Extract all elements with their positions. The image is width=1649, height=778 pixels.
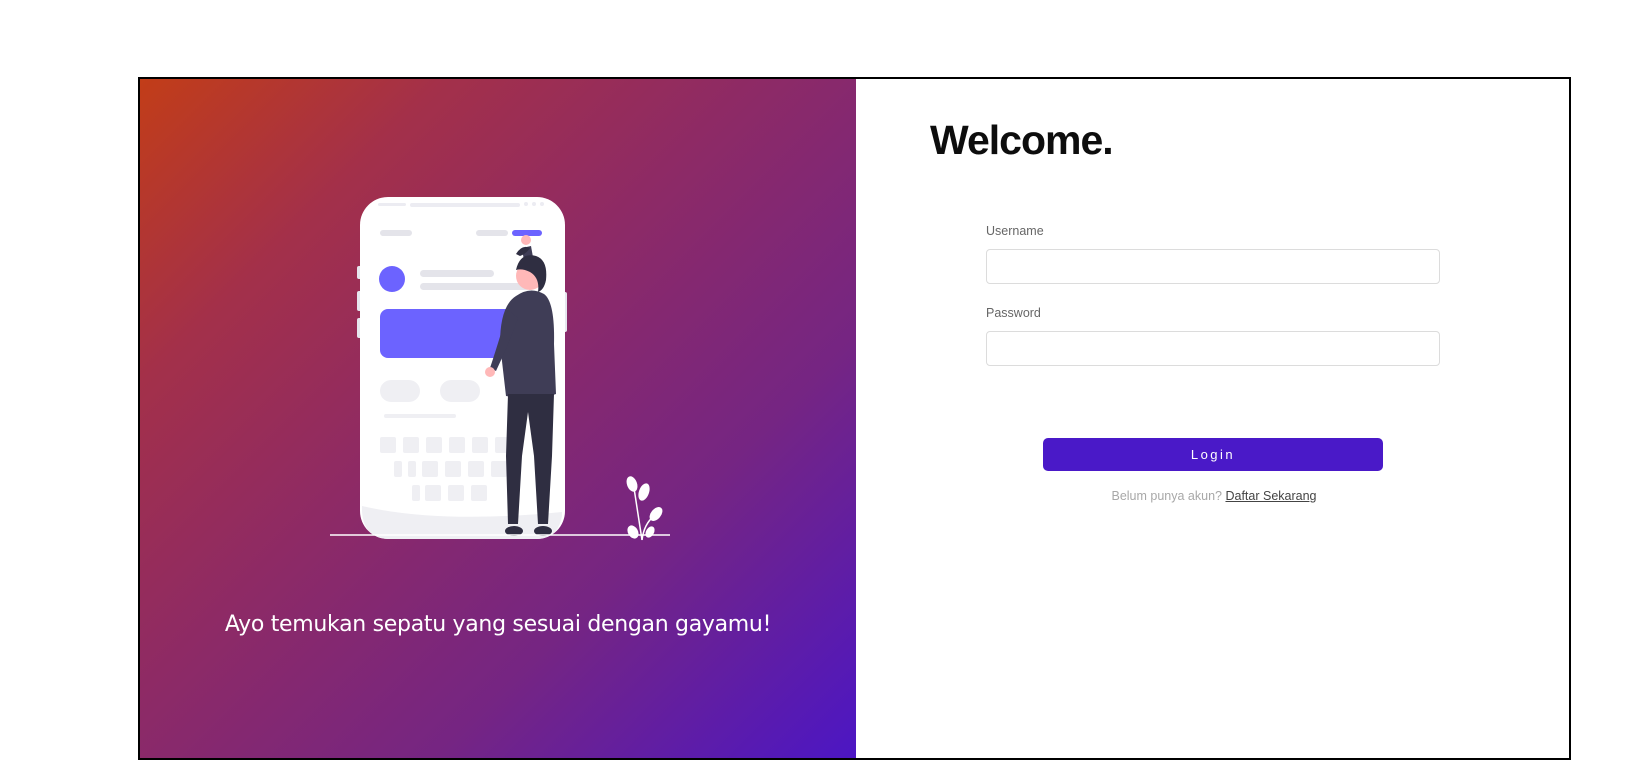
register-prompt-text: Belum punya akun? [1111,489,1222,503]
login-panel: Welcome. Username Password Login Belum p… [856,79,1569,758]
page-title: Welcome. [930,117,1114,163]
username-input[interactable] [986,249,1440,284]
login-button[interactable]: Login [1043,438,1383,471]
plant-icon [626,476,663,541]
register-prompt: Belum punya akun? Daftar Sekarang [856,489,1569,503]
app-window: Ayo temukan sepatu yang sesuai dengan ga… [138,77,1571,760]
hero-panel: Ayo temukan sepatu yang sesuai dengan ga… [140,79,856,758]
password-input[interactable] [986,331,1440,366]
person-with-phone-illustration [330,197,670,539]
username-label: Username [986,224,1044,238]
register-link[interactable]: Daftar Sekarang [1225,489,1316,503]
password-label: Password [986,306,1041,320]
hero-tagline: Ayo temukan sepatu yang sesuai dengan ga… [224,612,772,637]
